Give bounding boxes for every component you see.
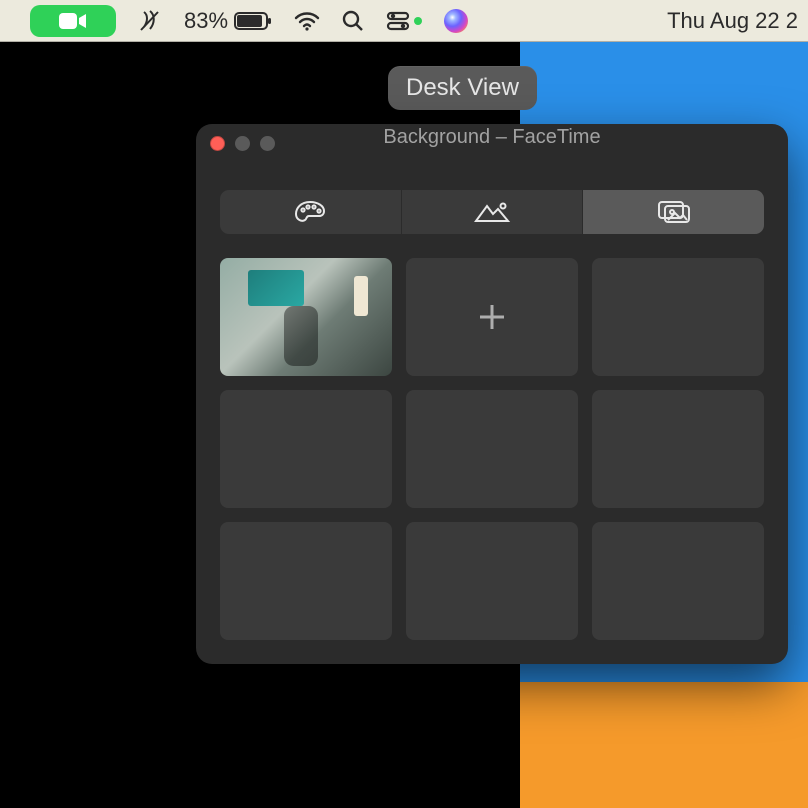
plus-icon — [472, 297, 512, 337]
close-window-button[interactable] — [210, 136, 225, 151]
background-facetime-window: Background – FaceTime — [196, 124, 788, 664]
window-traffic-lights — [210, 136, 275, 151]
background-tile-empty[interactable] — [220, 390, 392, 508]
facetime-active-pill[interactable] — [30, 5, 116, 37]
battery-status[interactable]: 83% — [184, 8, 272, 34]
siri-icon — [444, 9, 468, 33]
zoom-window-button[interactable] — [260, 136, 275, 151]
segment-scenes[interactable] — [402, 190, 584, 234]
background-tile-empty[interactable] — [220, 522, 392, 640]
segment-photos[interactable] — [583, 190, 764, 234]
background-panel-body — [196, 150, 788, 664]
desk-view-label: Desk View — [406, 74, 519, 101]
spotlight-search-icon[interactable] — [342, 10, 364, 32]
minimize-window-button[interactable] — [235, 136, 250, 151]
wallpaper-orange — [520, 682, 808, 808]
wifi-icon[interactable] — [294, 11, 320, 31]
background-tile-empty[interactable] — [592, 522, 764, 640]
window-titlebar[interactable]: Background – FaceTime — [196, 124, 788, 150]
background-type-segmented — [220, 190, 764, 234]
background-tiles-grid — [220, 258, 764, 640]
background-tile-empty[interactable] — [406, 390, 578, 508]
control-center-icon — [386, 11, 410, 31]
facetime-icon — [58, 10, 88, 32]
background-tile-photo[interactable] — [220, 258, 392, 376]
mountain-icon — [473, 200, 511, 224]
palette-icon — [293, 199, 327, 225]
menubar-clock[interactable]: Thu Aug 22 2 — [667, 8, 798, 34]
background-tile-empty[interactable] — [406, 522, 578, 640]
battery-percent: 83% — [184, 8, 228, 34]
segment-colors[interactable] — [220, 190, 402, 234]
background-tile-empty[interactable] — [592, 390, 764, 508]
desk-view-button[interactable]: Desk View — [388, 66, 537, 110]
camera-active-dot-icon — [414, 17, 422, 25]
background-tile-empty[interactable] — [592, 258, 764, 376]
battery-icon — [234, 11, 272, 31]
menubar: 83% T — [0, 0, 808, 42]
window-title: Background – FaceTime — [383, 126, 600, 149]
background-tile-add[interactable] — [406, 258, 578, 376]
gallery-icon — [656, 199, 692, 225]
airdrop-off-icon[interactable] — [138, 9, 162, 33]
siri-button[interactable] — [444, 9, 468, 33]
control-center-button[interactable] — [386, 11, 422, 31]
